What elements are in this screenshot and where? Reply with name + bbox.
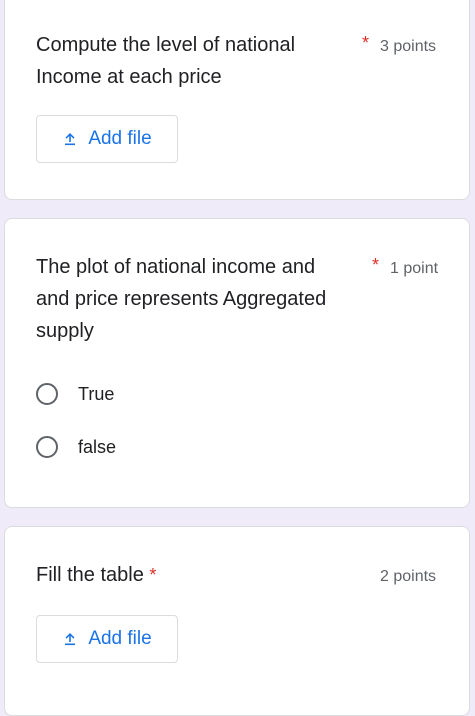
question-card-3: Fill the table * 2 points Add file xyxy=(4,526,470,716)
question-title-line: The plot of national income and xyxy=(36,256,316,278)
radio-button[interactable] xyxy=(36,436,58,458)
radio-option-false[interactable]: false xyxy=(36,436,116,458)
question-title-line: supply xyxy=(36,320,94,342)
question-title: Compute the level of national Income at … xyxy=(36,29,295,93)
question-card-1: Compute the level of national Income at … xyxy=(4,0,470,200)
add-file-label: Add file xyxy=(88,628,152,649)
add-file-label: Add file xyxy=(88,128,152,149)
question-title-line: Compute the level of national xyxy=(36,34,296,56)
option-label: false xyxy=(78,436,117,457)
question-title-line: and price represents Aggregated xyxy=(36,288,327,310)
add-file-button[interactable]: Add file xyxy=(36,115,178,163)
add-file-button[interactable]: Add file xyxy=(36,615,178,663)
upload-icon xyxy=(65,133,76,146)
question-title-text: Fill the table xyxy=(36,564,144,586)
radio-button[interactable] xyxy=(36,383,58,405)
option-label: True xyxy=(78,383,115,404)
question-title: The plot of national income and and pric… xyxy=(36,251,326,347)
points-label: 1 point xyxy=(390,260,439,277)
points-label: 2 points xyxy=(380,568,437,585)
question-title: Fill the table * xyxy=(36,559,156,591)
upload-icon xyxy=(65,633,76,646)
question-title-line: Income at each price xyxy=(36,66,222,88)
required-asterisk: * xyxy=(372,255,380,275)
required-asterisk: * xyxy=(149,565,157,585)
required-asterisk: * xyxy=(362,33,370,53)
radio-option-true[interactable]: True xyxy=(36,383,114,405)
points-label: 3 points xyxy=(380,38,437,55)
question-card-2: The plot of national income and and pric… xyxy=(4,218,470,508)
